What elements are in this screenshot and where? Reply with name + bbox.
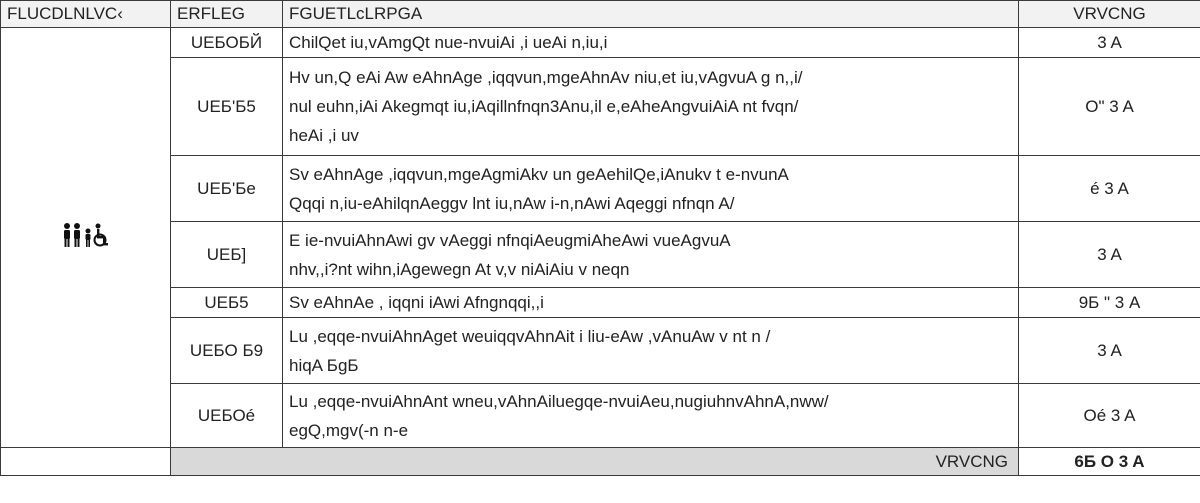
row-code: UEБО Б9 [170, 317, 283, 384]
row-description: Lu ,eqqe-nvuiAhnAnt wneu,vAhnAiluegqe-nv… [282, 383, 1019, 448]
row-code: UEБ] [170, 221, 283, 288]
total-row: VRVCNG 6Б O 3 A [0, 447, 1200, 476]
row-code: UEБ'Бe [170, 155, 283, 222]
amount-column-header: VRVCNG [1018, 0, 1200, 28]
description-line: hiqA БgБ [289, 355, 359, 375]
row-amount: Oé 3 A [1018, 383, 1200, 448]
total-amount: 6Б O 3 A [1018, 447, 1200, 476]
row-description: Lu ,eqqe-nvuiAhnAget weuiqqvAhnAit i liu… [282, 317, 1019, 384]
table-row: UEБО Б9 Lu ,eqqe-nvuiAhnAget weuiqqvAhnA… [1, 317, 1200, 384]
description-line: Lu ,eqqe-nvuiAhnAget weuiqqvAhnAit i liu… [289, 326, 771, 346]
row-description: Hv un,Q eAi Aw eAhnAge ,iqqvun,mgeAhnAv … [282, 57, 1019, 156]
table-row: UEБ'Б5 Hv un,Q eAi Aw eAhnAge ,iqqvun,mg… [1, 57, 1200, 156]
code-column-header: ERFLEG [170, 0, 283, 28]
row-amount: 3 A [1018, 221, 1200, 288]
description-line: Hv un,Q eAi Aw eAhnAge ,iqqvun,mgeAhnAv … [289, 68, 803, 87]
row-description: ChilQet iu,vAmgQt nue-nvuiAi ,i ueAi n,i… [282, 27, 1019, 58]
description-line: egQ,mgv(-n n-e [289, 420, 409, 440]
table-row: UEБ5 Sv eAhnAe , iqqni iAwi Afngnqqi,,i … [1, 287, 1200, 318]
description-line: heAi ,i uv [289, 126, 359, 145]
description-line: Sv eAhnAge ,iqqvun,mgeAgmiAkv un geAehil… [289, 164, 789, 184]
row-code: UEБ'Б5 [170, 57, 283, 156]
table-row: UEБОé Lu ,eqqe-nvuiAhnAnt wneu,vAhnAilue… [1, 383, 1200, 448]
row-amount: 9Б " 3 A [1018, 287, 1200, 318]
table-row: UEБ] E ie-nvuiAhnAwi gv vAeggi nfnqiAeug… [1, 221, 1200, 288]
row-amount: é 3 A [1018, 155, 1200, 222]
description-line: nhv,,i?nt wihn,iAgewegn At v,v niAiAiu v… [289, 259, 630, 279]
table-row: UEБОБЙ ChilQet iu,vAmgQt nue-nvuiAi ,i u… [0, 27, 1200, 448]
row-description: Sv eAhnAge ,iqqvun,mgeAgmiAkv un geAehil… [282, 155, 1019, 222]
table-header-row: FLUCDLNLVC‹ ERFLEG FGUETLcLRPGA VRVCNG [0, 0, 1200, 28]
description-line: Sv eAhnAe , iqqni iAwi Afngnqqi,,i [289, 293, 544, 312]
row-code: UEБОé [170, 383, 283, 448]
description-line: nul euhn,iAi Akegmqt iu,iAqillnfnqn3Anu,… [289, 97, 799, 116]
row-description: Sv eAhnAe , iqqni iAwi Afngnqqi,,i [282, 287, 1019, 318]
row-code: UEБ5 [170, 287, 283, 318]
family-icon [63, 223, 108, 247]
row-description: E ie-nvuiAhnAwi gv vAeggi nfnqiAeugmiAhe… [282, 221, 1019, 288]
description-line: E ie-nvuiAhnAwi gv vAeggi nfnqiAeugmiAhe… [289, 230, 731, 250]
description-line: Lu ,eqqe-nvuiAhnAnt wneu,vAhnAiluegqe-nv… [289, 391, 829, 411]
description-line: Qqqi n,iu-eAhilqnAeggv lnt iu,nAw i-n,nA… [289, 193, 735, 213]
category-column-header: FLUCDLNLVC‹ [0, 0, 171, 28]
row-amount: O" 3 A [1018, 57, 1200, 156]
table-row: UEБ'Бe Sv eAhnAge ,iqqvun,mgeAgmiAkv un … [1, 155, 1200, 222]
row-amount: 3 A [1018, 317, 1200, 384]
description-line: ChilQet iu,vAmgQt nue-nvuiAi ,i ueAi n,i… [289, 33, 608, 52]
total-spacer [0, 447, 171, 476]
description-column-header: FGUETLcLRPGA [282, 0, 1019, 28]
row-code: UEБОБЙ [170, 27, 283, 58]
budget-table: FLUCDLNLVC‹ ERFLEG FGUETLcLRPGA VRVCNG U… [0, 0, 1200, 476]
category-cell [0, 27, 171, 448]
total-label: VRVCNG [170, 447, 1019, 476]
family-accessibility-icon [62, 222, 110, 248]
row-amount: 3 A [1018, 27, 1200, 58]
